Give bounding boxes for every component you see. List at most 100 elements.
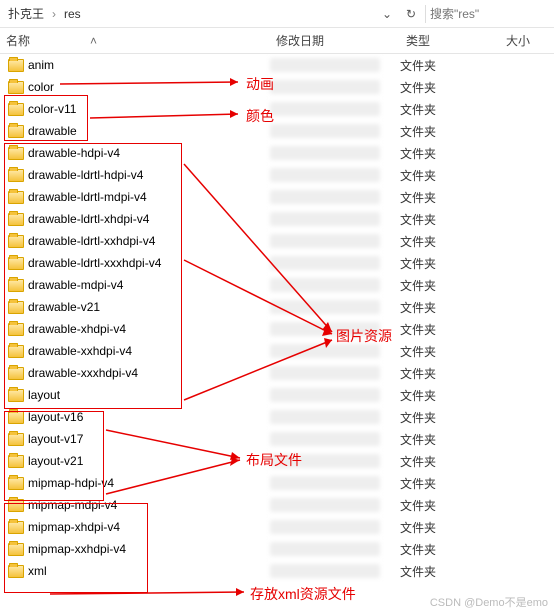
folder-name: drawable-ldrtl-xhdpi-v4 — [28, 212, 149, 226]
folder-name: mipmap-xhdpi-v4 — [28, 520, 120, 534]
table-row[interactable]: drawable文件夹 — [0, 120, 554, 142]
folder-icon — [8, 125, 24, 138]
watermark: CSDN @Demo不是emo — [430, 594, 548, 610]
table-row[interactable]: drawable-xxxhdpi-v4文件夹 — [0, 362, 554, 384]
folder-icon — [8, 257, 24, 270]
chevron-right-icon: › — [52, 7, 56, 21]
folder-type: 文件夹 — [400, 453, 500, 470]
table-row[interactable]: layout-v17文件夹 — [0, 428, 554, 450]
folder-type: 文件夹 — [400, 387, 500, 404]
folder-type: 文件夹 — [400, 123, 500, 140]
folder-type: 文件夹 — [400, 497, 500, 514]
folder-name: drawable-xhdpi-v4 — [28, 322, 126, 336]
folder-name: layout-v21 — [28, 454, 83, 468]
table-row[interactable]: layout文件夹 — [0, 384, 554, 406]
dropdown-icon[interactable]: ⌄ — [377, 4, 397, 24]
date-blurred — [270, 190, 380, 204]
table-row[interactable]: drawable-ldrtl-hdpi-v4文件夹 — [0, 164, 554, 186]
table-row[interactable]: drawable-hdpi-v4文件夹 — [0, 142, 554, 164]
folder-icon — [8, 389, 24, 402]
table-row[interactable]: drawable-xhdpi-v4文件夹 — [0, 318, 554, 340]
address-bar: 扑克王 › res ⌄ ↻ — [0, 0, 554, 28]
date-blurred — [270, 146, 380, 160]
folder-icon — [8, 499, 24, 512]
table-row[interactable]: color-v11 文件夹 — [0, 98, 554, 120]
folder-type: 文件夹 — [400, 57, 500, 74]
folder-icon — [8, 169, 24, 182]
date-blurred — [270, 102, 380, 116]
date-blurred — [270, 410, 380, 424]
folder-icon — [8, 367, 24, 380]
folder-name: anim — [28, 58, 54, 72]
folder-icon — [8, 565, 24, 578]
folder-name: drawable-xxhdpi-v4 — [28, 344, 132, 358]
folder-name: drawable-hdpi-v4 — [28, 146, 120, 160]
table-row[interactable]: anim 文件夹 — [0, 54, 554, 76]
date-blurred — [270, 344, 380, 358]
folder-name: drawable-mdpi-v4 — [28, 278, 123, 292]
folder-name: xml — [28, 564, 47, 578]
folder-type: 文件夹 — [400, 255, 500, 272]
folder-name: drawable-ldrtl-xxxhdpi-v4 — [28, 256, 161, 270]
table-row[interactable]: drawable-mdpi-v4 文件夹 — [0, 274, 554, 296]
folder-type: 文件夹 — [400, 233, 500, 250]
folder-icon — [8, 191, 24, 204]
date-blurred — [270, 454, 380, 468]
folder-type: 文件夹 — [400, 431, 500, 448]
header-type[interactable]: 类型 — [400, 32, 500, 49]
folder-name: color-v11 — [28, 102, 76, 116]
folder-type: 文件夹 — [400, 343, 500, 360]
annotation-xml: 存放xml资源文件 — [250, 584, 356, 604]
table-row[interactable]: drawable-ldrtl-mdpi-v4文件夹 — [0, 186, 554, 208]
table-row[interactable]: mipmap-xhdpi-v4 文件夹 — [0, 516, 554, 538]
date-blurred — [270, 520, 380, 534]
table-row[interactable]: color文件夹 — [0, 76, 554, 98]
refresh-icon[interactable]: ↻ — [401, 4, 421, 24]
date-blurred — [270, 124, 380, 138]
folder-icon — [8, 81, 24, 94]
header-date[interactable]: 修改日期 — [270, 32, 400, 49]
table-row[interactable]: mipmap-xxhdpi-v4文件夹 — [0, 538, 554, 560]
date-blurred — [270, 168, 380, 182]
table-row[interactable]: drawable-xxhdpi-v4 文件夹 — [0, 340, 554, 362]
table-row[interactable]: xml文件夹 — [0, 560, 554, 582]
table-row[interactable]: layout-v21 文件夹 — [0, 450, 554, 472]
header-name[interactable]: 名称 ˄ — [0, 32, 270, 49]
breadcrumb-current[interactable]: res — [60, 7, 85, 21]
folder-name: drawable-ldrtl-hdpi-v4 — [28, 168, 143, 182]
folder-name: mipmap-hdpi-v4 — [28, 476, 114, 490]
folder-type: 文件夹 — [400, 519, 500, 536]
table-row[interactable]: layout-v16文件夹 — [0, 406, 554, 428]
header-size[interactable]: 大小 — [500, 32, 554, 49]
folder-name: mipmap-xxhdpi-v4 — [28, 542, 126, 556]
date-blurred — [270, 80, 380, 94]
folder-icon — [8, 59, 24, 72]
file-list: anim文件夹color文件夹color-v11文件夹drawable文件夹dr… — [0, 54, 554, 582]
date-blurred — [270, 58, 380, 72]
table-row[interactable]: drawable-v21文件夹 — [0, 296, 554, 318]
date-blurred — [270, 498, 380, 512]
folder-name: layout-v16 — [28, 410, 83, 424]
folder-type: 文件夹 — [400, 79, 500, 96]
folder-icon — [8, 213, 24, 226]
folder-type: 文件夹 — [400, 365, 500, 382]
column-headers: 名称 ˄ 修改日期 类型 大小 — [0, 28, 554, 54]
date-blurred — [270, 322, 380, 336]
table-row[interactable]: drawable-ldrtl-xxhdpi-v4文件夹 — [0, 230, 554, 252]
folder-type: 文件夹 — [400, 277, 500, 294]
table-row[interactable]: mipmap-mdpi-v4 文件夹 — [0, 494, 554, 516]
folder-type: 文件夹 — [400, 299, 500, 316]
table-row[interactable]: mipmap-hdpi-v4 文件夹 — [0, 472, 554, 494]
date-blurred — [270, 300, 380, 314]
folder-icon — [8, 433, 24, 446]
folder-type: 文件夹 — [400, 101, 500, 118]
search-input[interactable] — [430, 7, 550, 21]
date-blurred — [270, 432, 380, 446]
table-row[interactable]: drawable-ldrtl-xxxhdpi-v4 文件夹 — [0, 252, 554, 274]
folder-type: 文件夹 — [400, 189, 500, 206]
folder-name: mipmap-mdpi-v4 — [28, 498, 117, 512]
table-row[interactable]: drawable-ldrtl-xhdpi-v4文件夹 — [0, 208, 554, 230]
folder-type: 文件夹 — [400, 475, 500, 492]
date-blurred — [270, 212, 380, 226]
breadcrumb-parent[interactable]: 扑克王 — [4, 5, 48, 22]
